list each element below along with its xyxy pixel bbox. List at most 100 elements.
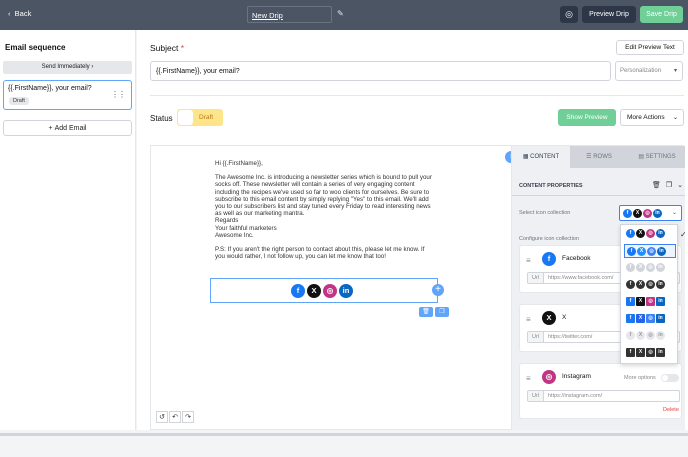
email-company: Awesome Inc. (215, 231, 254, 239)
collection-option-8[interactable]: f X ◎ in (624, 346, 676, 360)
sequence-email-subject: {{.FirstName}}, your email? (8, 85, 92, 92)
drag-handle-icon[interactable]: ≡ (526, 374, 531, 383)
edit-preview-text-button[interactable]: Edit Preview Text (616, 40, 684, 55)
collection-option-4[interactable]: f X ◎ in (624, 278, 676, 292)
tab-settings-label: SETTINGS (645, 154, 676, 160)
social-icons-row: f X ◎ in (291, 284, 353, 298)
check-icon: ✓ (680, 230, 685, 239)
history-toolbar: ↺ ↶ ↷ (156, 411, 194, 423)
email-regards: Regards (215, 217, 239, 225)
chevron-down-icon: ▾ (673, 68, 677, 74)
url-value: https://twitter.com/ (548, 334, 593, 340)
duplicate-icon[interactable]: ❐ (666, 181, 672, 189)
add-email-button[interactable]: + Add Email (3, 120, 132, 136)
sidebar-heading: Email sequence (5, 43, 66, 52)
send-immediately-button[interactable]: Send Immediately › (3, 61, 132, 74)
back-button[interactable]: ‹ Back (8, 9, 31, 18)
personalization-select[interactable]: Personalization ▾ (615, 61, 683, 81)
subject-label-text: Subject (150, 43, 179, 53)
facebook-icon[interactable]: f (291, 284, 305, 298)
show-preview-button[interactable]: Show Preview (558, 109, 616, 126)
email-ps: P.S: If you aren't the right person to c… (215, 246, 425, 261)
tab-rows[interactable]: ☰ ROWS (570, 146, 628, 168)
personalization-placeholder: Personalization (620, 68, 662, 74)
email-greeting: Hi {{.FirstName}}, (215, 160, 263, 167)
more-options-label: More options (624, 375, 656, 381)
drag-handle-icon[interactable]: ≡ (526, 315, 531, 324)
instagram-icon: ◎ (542, 370, 556, 384)
chevron-down-icon: ⌄ (672, 115, 678, 121)
undo-icon[interactable]: ↶ (169, 411, 181, 423)
instagram-icon[interactable]: ◎ (323, 284, 337, 298)
duplicate-icon[interactable]: ❐ (435, 307, 449, 317)
social-name: Facebook (562, 255, 591, 262)
properties-panel: ▦ CONTENT ☰ ROWS ▤ SETTINGS CONTENT PROP… (511, 146, 685, 431)
collection-option-5[interactable]: f X ◎ in (624, 295, 676, 309)
trash-icon[interactable]: 🗑 (652, 181, 661, 189)
horizontal-scrollbar[interactable] (0, 433, 688, 436)
url-tag: Url (528, 391, 544, 401)
tab-settings[interactable]: ▤ SETTINGS (628, 146, 685, 168)
more-options-toggle[interactable] (661, 374, 679, 382)
status-toggle[interactable]: Draft (177, 109, 223, 126)
block-toolbar: 🗑 ❐ (419, 307, 449, 317)
drip-title-input[interactable]: New Drip (247, 6, 332, 23)
url-tag: Url (528, 332, 544, 342)
subject-label: Subject * (150, 43, 184, 53)
content-properties-header: CONTENT PROPERTIES 🗑 ❐ ⌄ (512, 178, 685, 196)
save-drip-button[interactable]: Save Drip (640, 6, 683, 23)
send-label: Send Immediately (41, 64, 90, 70)
drag-handle-icon[interactable]: ⋮⋮ (111, 90, 126, 99)
url-value: https://instagram.com/ (548, 393, 603, 399)
select-icon-collection-label: Select icon collection (519, 210, 571, 216)
bottom-bar (0, 430, 688, 457)
linkedin-icon[interactable]: in (339, 284, 353, 298)
redo-icon[interactable]: ↷ (182, 411, 194, 423)
collection-option-3[interactable]: f X ◎ in (624, 261, 676, 275)
tab-content-label: CONTENT (530, 154, 560, 160)
more-actions-button[interactable]: More Actions ⌄ (620, 109, 684, 126)
linkedin-icon: in (653, 209, 662, 218)
sequence-email-card[interactable]: {{.FirstName}}, your email? Draft ⋮⋮ (3, 80, 132, 110)
collection-option-6[interactable]: f X ◎ in (624, 312, 676, 326)
preview-drip-button[interactable]: Preview Drip (582, 6, 636, 23)
url-field[interactable]: Url https://instagram.com/ (527, 390, 680, 402)
x-icon[interactable]: X (307, 284, 321, 298)
icon-collection-select[interactable]: f X ◎ in ⌄ (619, 205, 682, 221)
top-bar: ‹ Back New Drip ✎ ◎ Preview Drip Save Dr… (0, 0, 688, 30)
email-paragraph: The Awesome Inc. is introducing a newsle… (215, 174, 432, 218)
x-icon: X (542, 311, 556, 325)
drag-handle-icon[interactable]: ≡ (526, 256, 531, 265)
delete-link[interactable]: Delete (663, 407, 679, 413)
collection-option-1[interactable]: f X ◎ in (624, 227, 676, 241)
social-block[interactable]: f X ◎ in (210, 278, 438, 303)
selected-collection-preview: f X ◎ in (623, 209, 662, 218)
email-canvas: Hi {{.FirstName}}, The Awesome Inc. is i… (150, 145, 685, 431)
tab-content[interactable]: ▦ CONTENT (512, 146, 570, 168)
subject-input[interactable]: {{.FirstName}}, your email? (150, 61, 611, 81)
facebook-icon: f (542, 252, 556, 266)
back-label: Back (14, 9, 32, 18)
facebook-icon: f (623, 209, 632, 218)
status-label: Status (150, 114, 173, 123)
chevron-down-icon: ⌄ (671, 210, 677, 216)
icon-collection-dropdown: f X ◎ in f X ◎ in f X ◎ in f X ◎ in f X ◎ in f X ◎ in (620, 224, 678, 364)
chevron-down-icon[interactable]: ⌄ (677, 181, 683, 189)
collection-option-2[interactable]: f X ◎ in (624, 244, 676, 258)
instagram-icon: ◎ (643, 209, 652, 218)
email-body[interactable]: Hi {{.FirstName}}, The Awesome Inc. is i… (215, 160, 435, 260)
history-icon[interactable]: ↺ (156, 411, 168, 423)
social-card-instagram: ≡ ◎ Instagram More options Url https://i… (519, 363, 682, 419)
editor-main: Subject * Edit Preview Text {{.FirstName… (137, 30, 688, 431)
add-block-icon[interactable]: + (432, 284, 444, 296)
social-name: X (562, 314, 567, 321)
divider (150, 95, 684, 96)
collection-option-7[interactable]: f X ◎ in (624, 329, 676, 343)
trash-icon[interactable]: 🗑 (419, 307, 433, 317)
panel-tabs: ▦ CONTENT ☰ ROWS ▤ SETTINGS (512, 146, 685, 168)
target-icon[interactable]: ◎ (560, 6, 578, 23)
pencil-icon[interactable]: ✎ (337, 9, 344, 18)
content-properties-title: CONTENT PROPERTIES (519, 183, 583, 189)
email-sequence-sidebar: Email sequence Send Immediately › {{.Fir… (0, 30, 136, 430)
more-actions-label: More Actions (627, 114, 665, 121)
